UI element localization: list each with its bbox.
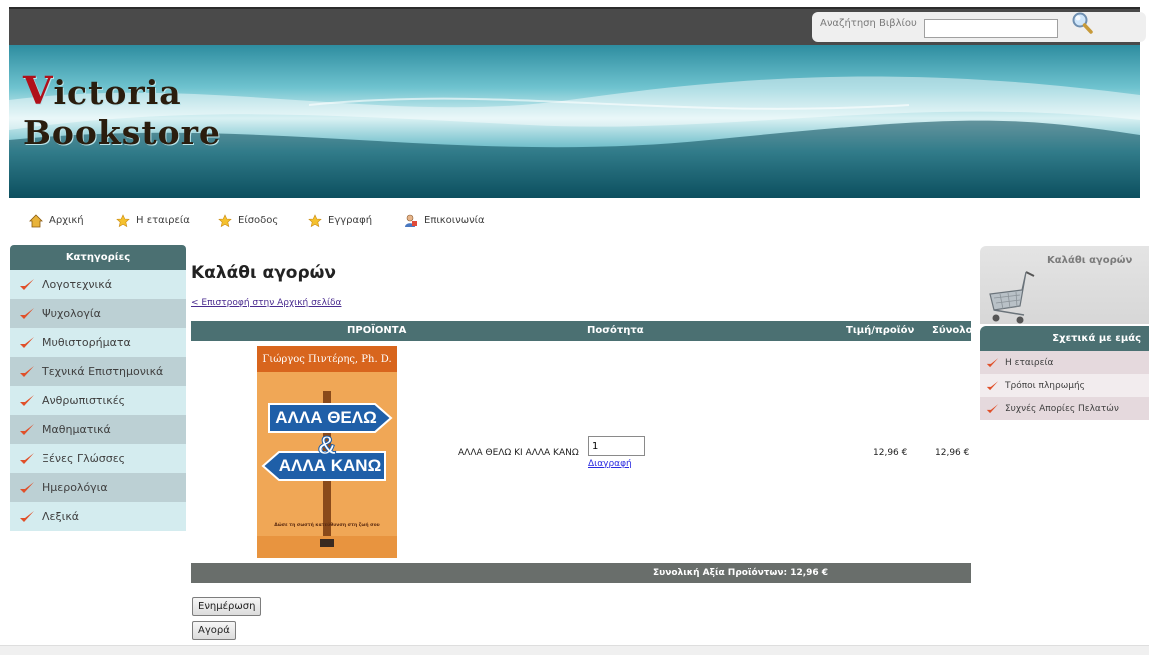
about-header: Σχετικά με εμάς — [980, 326, 1149, 351]
about-item-label: Τρόποι πληρωμής — [1005, 380, 1085, 391]
footer — [0, 645, 1149, 655]
nav-login-label: Είσοδος — [238, 215, 279, 226]
grand-total: Συνολική Αξία Προϊόντων: 12,96 € — [653, 568, 829, 578]
star-icon — [308, 214, 322, 228]
category-label: Λογοτεχνικά — [42, 278, 113, 291]
col-unit-price: Τιμή/προϊόν — [846, 325, 915, 336]
checkmark-icon — [986, 357, 999, 367]
search-input[interactable] — [924, 19, 1058, 38]
quantity-input[interactable] — [588, 436, 645, 456]
buy-button[interactable]: Αγορά — [192, 621, 236, 640]
category-label: Μυθιστορήματα — [42, 336, 131, 349]
category-label: Ανθρωπιστικές — [42, 394, 126, 407]
magnifier-icon[interactable] — [1070, 11, 1094, 35]
line-total: 12,96 € — [935, 448, 970, 458]
category-item[interactable]: Ανθρωπιστικές — [10, 386, 186, 415]
col-products: ΠΡΟΪΟΝΤΑ — [347, 325, 407, 336]
category-item[interactable]: Λογοτεχνικά — [10, 270, 186, 299]
category-item[interactable]: Ψυχολογία — [10, 299, 186, 328]
main-nav: Αρχική Η εταιρεία Είσοδος Εγγραφή Επικοι… — [9, 204, 1140, 238]
site-logo[interactable]: Victoria Bookstore — [23, 71, 221, 153]
checkmark-icon — [20, 278, 34, 290]
logo-line2: Bookstore — [23, 113, 221, 152]
book-author: Γιώργος Πιντέρης, Ph. D. — [262, 354, 392, 365]
category-item[interactable]: Λεξικά — [10, 502, 186, 531]
contact-icon — [405, 214, 417, 227]
nav-register[interactable]: Εγγραφή — [308, 214, 372, 230]
about-item-faq[interactable]: Συχνές Απορίες Πελατών — [980, 397, 1149, 420]
category-label: Τεχνικά Επιστημονικά — [42, 365, 164, 378]
about-item-label: Η εταιρεία — [1005, 357, 1054, 368]
category-label: Ξένες Γλώσσες — [42, 452, 126, 465]
grand-total-bar: Συνολική Αξία Προϊόντων: 12,96 € — [191, 563, 971, 583]
nav-login[interactable]: Είσοδος — [218, 214, 278, 230]
delete-link[interactable]: Διαγραφή — [588, 459, 632, 469]
category-label: Λεξικά — [42, 510, 80, 523]
checkmark-icon — [20, 510, 34, 522]
category-item[interactable]: Μυθιστορήματα — [10, 328, 186, 357]
checkmark-icon — [986, 403, 999, 413]
category-label: Μαθηματικά — [42, 423, 111, 436]
checkmark-icon — [20, 336, 34, 348]
nav-company-label: Η εταιρεία — [136, 215, 190, 226]
categories-list: Λογοτεχνικά Ψυχολογία Μυθιστορήματα Τεχν… — [10, 270, 186, 531]
category-item[interactable]: Ημερολόγια — [10, 473, 186, 502]
checkmark-icon — [986, 380, 999, 390]
home-icon — [29, 214, 43, 228]
back-home-link[interactable]: < Επιστροφή στην Αρχική σελίδα — [191, 298, 341, 308]
logo-first-letter: V — [23, 68, 54, 113]
checkmark-icon — [20, 394, 34, 406]
col-total: Σύνολο — [932, 325, 973, 336]
nav-home[interactable]: Αρχική — [29, 214, 84, 230]
checkmark-icon — [20, 365, 34, 377]
product-name[interactable]: ΑΛΛΑ ΘΕΛΩ ΚΙ ΑΛΛΑ ΚΑΝΩ — [458, 448, 579, 458]
search-label: Αναζήτηση Βιβλίου — [820, 18, 917, 29]
col-quantity: Ποσότητα — [587, 325, 644, 336]
banner: Victoria Bookstore — [9, 45, 1140, 198]
page: Αναζήτηση Βιβλίου Victoria Bookstore Αρχ… — [0, 0, 1149, 655]
logo-line1: ictoria — [53, 73, 182, 112]
checkmark-icon — [20, 307, 34, 319]
checkmark-icon — [20, 423, 34, 435]
book-subtitle: Δώσε τη σωστή κατεύθυνση στη ζωή σου — [274, 523, 380, 528]
about-list: Η εταιρεία Τρόποι πληρωμής Συχνές Απορίε… — [980, 351, 1149, 420]
nav-register-label: Εγγραφή — [328, 215, 373, 226]
category-item[interactable]: Ξένες Γλώσσες — [10, 444, 186, 473]
book-title-top: ΑΛΛΑ ΘΕΛΩ — [275, 408, 377, 427]
checkmark-icon — [20, 452, 34, 464]
book-cover[interactable]: Γιώργος Πιντέρης, Ph. D. ΑΛΛΑ ΘΕΛΩ & ΑΛΛ… — [257, 346, 397, 558]
page-title: Καλάθι αγορών — [191, 263, 336, 283]
category-item[interactable]: Τεχνικά Επιστημονικά — [10, 357, 186, 386]
nav-company[interactable]: Η εταιρεία — [116, 214, 190, 230]
star-icon — [116, 214, 130, 228]
update-button[interactable]: Ενημέρωση — [192, 597, 262, 616]
nav-home-label: Αρχική — [49, 215, 84, 226]
unit-price: 12,96 € — [873, 448, 908, 458]
about-item-payment[interactable]: Τρόποι πληρωμής — [980, 374, 1149, 397]
cart-table-header: ΠΡΟΪΟΝΤΑ Ποσότητα Τιμή/προϊόν Σύνολο — [191, 321, 973, 341]
nav-contact-label: Επικοινωνία — [424, 215, 485, 226]
checkmark-icon — [20, 481, 34, 493]
nav-contact[interactable]: Επικοινωνία — [404, 214, 485, 230]
shopping-cart-icon[interactable] — [986, 270, 1038, 326]
about-item-company[interactable]: Η εταιρεία — [980, 351, 1149, 374]
about-item-label: Συχνές Απορίες Πελατών — [1005, 403, 1119, 414]
category-item[interactable]: Μαθηματικά — [10, 415, 186, 444]
cart-widget-title: Καλάθι αγορών — [1047, 255, 1133, 266]
category-label: Ψυχολογία — [42, 307, 101, 320]
star-icon — [218, 214, 232, 228]
categories-header: Κατηγορίες — [10, 245, 186, 270]
category-label: Ημερολόγια — [42, 481, 108, 494]
book-title-bottom: ΑΛΛΑ ΚΑΝΩ — [278, 456, 382, 475]
